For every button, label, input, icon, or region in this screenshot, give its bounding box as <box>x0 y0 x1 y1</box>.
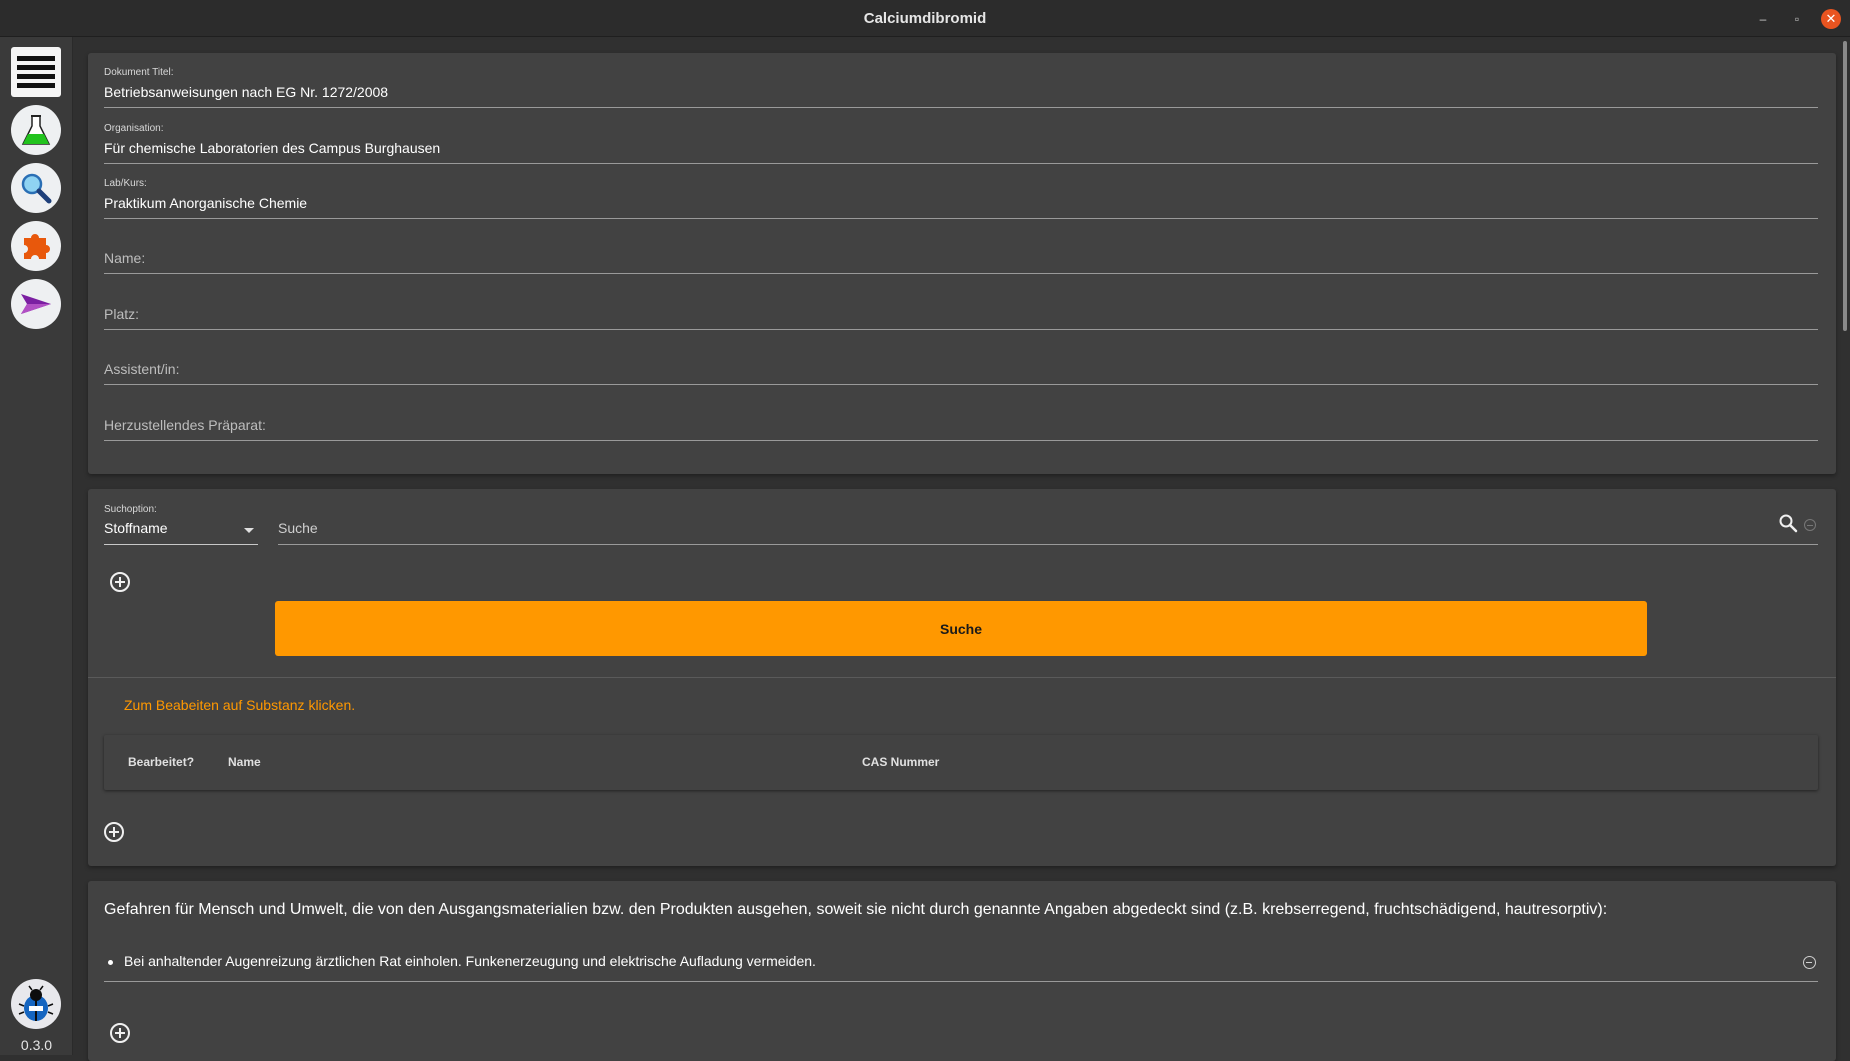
sidebar-item-search[interactable] <box>11 163 61 213</box>
column-header-name[interactable]: Name <box>228 755 261 769</box>
place-field[interactable]: Platz: <box>104 275 1818 330</box>
add-search-criterion-icon[interactable] <box>110 572 130 592</box>
puzzle-piece-icon <box>24 234 50 259</box>
add-substance-icon[interactable] <box>104 822 124 842</box>
search-icon[interactable] <box>1778 513 1798 533</box>
organisation-label: Organisation: <box>104 123 164 134</box>
version-label: 0.3.0 <box>20 1037 53 1053</box>
add-hazard-icon[interactable] <box>110 1023 130 1043</box>
header-form-panel: Dokument Titel: Betriebsanweisungen nach… <box>88 53 1836 474</box>
erlenmeyer-flask-icon <box>21 115 51 145</box>
minimize-button[interactable]: – <box>1753 9 1773 29</box>
maximize-button[interactable]: ▫ <box>1787 9 1807 29</box>
search-option-value: Stoffname <box>104 520 168 536</box>
search-button[interactable]: Suche <box>275 601 1647 656</box>
search-panel: Suchoption: Stoffname Suche Suche Zum Be… <box>88 489 1836 866</box>
organisation-field[interactable]: Organisation: Für chemische Laboratorien… <box>104 109 1818 164</box>
organisation-value[interactable]: Für chemische Laboratorien des Campus Bu… <box>104 140 440 156</box>
hamburger-menu-icon[interactable] <box>11 47 61 97</box>
edit-hint-text: Zum Beabeiten auf Substanz klicken. <box>124 697 356 713</box>
document-title-label: Dokument Titel: <box>104 67 174 78</box>
search-input[interactable]: Suche <box>278 513 1818 545</box>
document-title-value[interactable]: Betriebsanweisungen nach EG Nr. 1272/200… <box>104 84 388 100</box>
title-bar: Calciumdibromid – ▫ ✕ <box>0 0 1850 37</box>
close-button[interactable]: ✕ <box>1821 9 1841 29</box>
sidebar-item-export[interactable] <box>11 279 61 329</box>
sidebar: 0.3.0 <box>0 37 73 1055</box>
preparation-placeholder[interactable]: Herzustellendes Präparat: <box>104 417 266 433</box>
search-option-select[interactable]: Stoffname <box>104 515 258 545</box>
assistant-field[interactable]: Assistent/in: <box>104 330 1818 385</box>
hazards-panel: Gefahren für Mensch und Umwelt, die von … <box>88 881 1836 1061</box>
search-option-label: Suchoption: <box>104 504 157 515</box>
paper-plane-icon <box>21 294 51 314</box>
place-placeholder[interactable]: Platz: <box>104 306 139 322</box>
hazard-list-item[interactable]: Bei anhaltender Augenreizung ärztlichen … <box>104 952 1818 982</box>
substance-table: Bearbeitet? Name CAS Nummer <box>104 735 1818 790</box>
bullet-icon <box>108 960 113 965</box>
column-header-edited[interactable]: Bearbeitet? <box>128 755 194 769</box>
hazards-intro: Gefahren für Mensch und Umwelt, die von … <box>104 901 1608 918</box>
window-title: Calciumdibromid <box>863 10 987 27</box>
name-placeholder[interactable]: Name: <box>104 250 145 266</box>
clear-search-icon[interactable] <box>1804 519 1816 531</box>
assistant-placeholder[interactable]: Assistent/in: <box>104 361 179 377</box>
ladybug-icon <box>18 985 54 1021</box>
remove-item-icon[interactable] <box>1803 956 1816 969</box>
sidebar-item-substances[interactable] <box>11 105 61 155</box>
hazard-text[interactable]: Bei anhaltender Augenreizung ärztlichen … <box>124 953 816 969</box>
chevron-down-icon <box>244 528 254 533</box>
scrollbar[interactable] <box>1840 37 1850 1055</box>
scrollbar-thumb[interactable] <box>1843 41 1847 331</box>
bug-report-button[interactable] <box>11 979 61 1029</box>
name-field[interactable]: Name: <box>104 219 1818 274</box>
lab-course-field[interactable]: Lab/Kurs: Praktikum Anorganische Chemie <box>104 164 1818 219</box>
sidebar-item-plugins[interactable] <box>11 221 61 271</box>
preparation-field[interactable]: Herzustellendes Präparat: <box>104 386 1818 441</box>
lab-course-value[interactable]: Praktikum Anorganische Chemie <box>104 195 307 211</box>
search-placeholder: Suche <box>278 520 318 536</box>
lab-course-label: Lab/Kurs: <box>104 178 147 189</box>
divider <box>88 677 1836 678</box>
column-header-cas[interactable]: CAS Nummer <box>862 755 939 769</box>
document-title-field[interactable]: Dokument Titel: Betriebsanweisungen nach… <box>104 53 1818 108</box>
magnifier-icon <box>21 173 52 204</box>
